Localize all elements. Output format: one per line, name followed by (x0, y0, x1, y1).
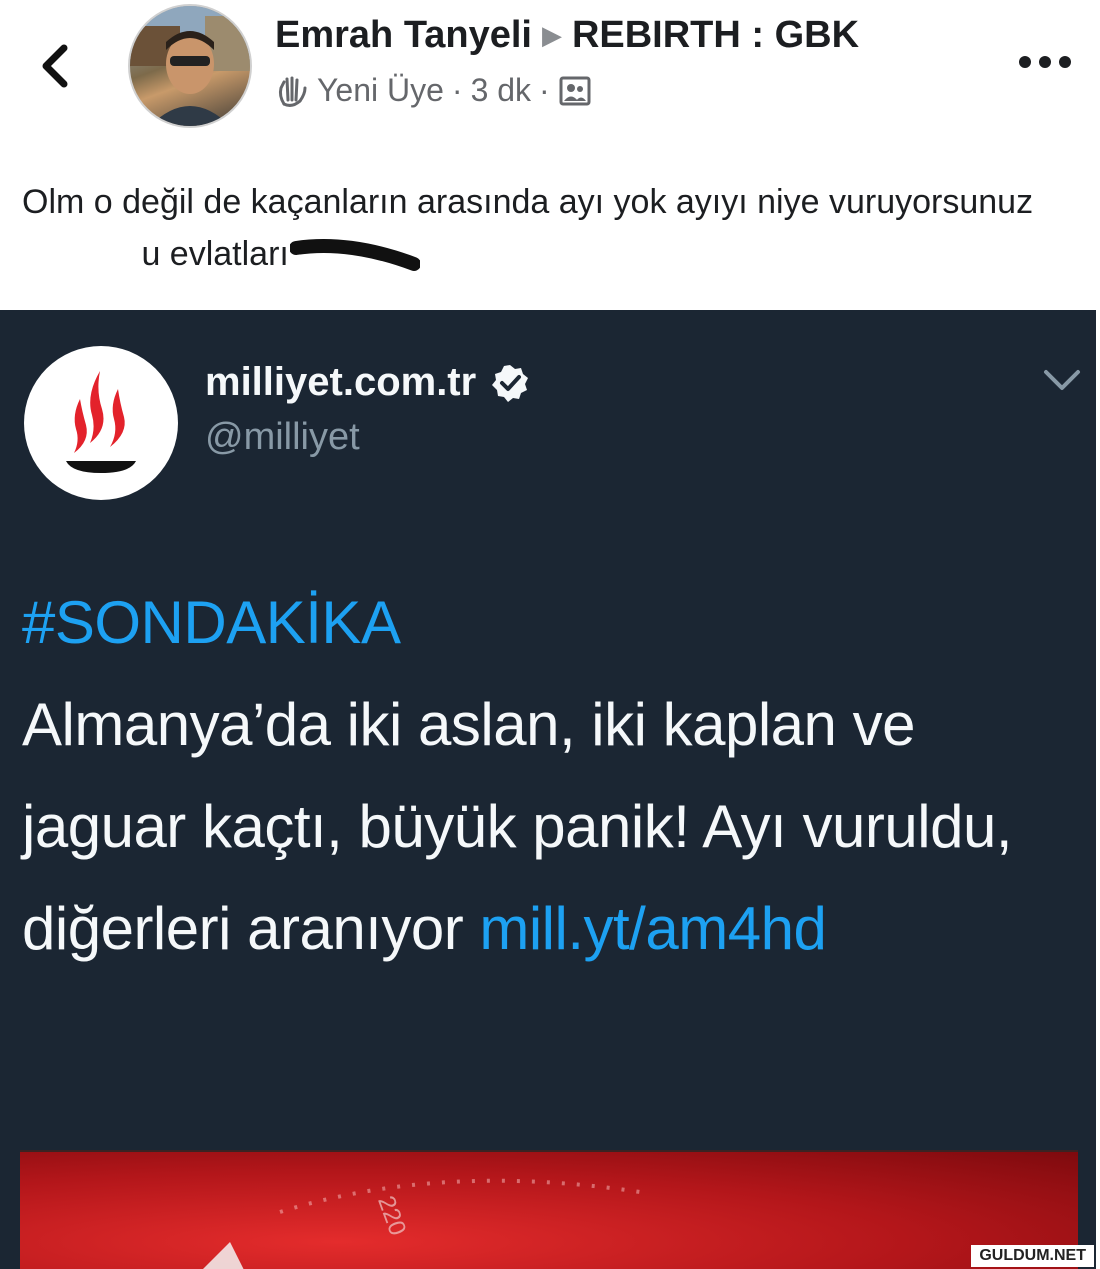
tweet-author-line: milliyet.com.tr (205, 360, 530, 405)
tweet-body: #SONDAKİKA Almanya’da iki aslan, iki kap… (22, 572, 1082, 980)
tweet-handle[interactable]: @milliyet (205, 416, 360, 459)
group-name[interactable]: REBIRTH : GBK (572, 14, 859, 57)
chevron-left-icon (42, 44, 68, 88)
embedded-tweet[interactable]: milliyet.com.tr @milliyet #SONDAKİKA Alm… (0, 310, 1096, 1269)
post-meta: Yeni Üye · 3 dk · (275, 72, 592, 109)
more-options-button[interactable] (1010, 42, 1080, 82)
media-dial-label: 220 (372, 1192, 411, 1239)
site-watermark: GULDUM.NET (971, 1245, 1094, 1267)
chevron-down-icon[interactable] (1038, 360, 1086, 400)
tweet-hashtag[interactable]: #SONDAKİKA (22, 572, 1082, 674)
triangle-right-icon: ▶ (541, 20, 562, 50)
post-text: Olm o değil de kaçanların arasında ayı y… (22, 176, 1072, 280)
avatar[interactable] (128, 4, 252, 128)
flame-logo-icon (66, 371, 136, 473)
tweet-link[interactable]: mill.yt/am4hd (479, 895, 826, 962)
author-name[interactable]: Emrah Tanyeli (275, 14, 532, 57)
poster-name-line: Emrah Tanyeli ▶ REBIRTH : GBK (275, 14, 859, 57)
media-art: 220 (203, 1178, 641, 1269)
tweet-media-image[interactable]: 220 (20, 1150, 1078, 1269)
milliyet-logo[interactable] (24, 346, 178, 500)
more-dots-icon (1019, 56, 1071, 68)
meta-separator-2: · (539, 72, 550, 108)
facebook-post: Emrah Tanyeli ▶ REBIRTH : GBK Yeni Üye ·… (0, 0, 1100, 310)
post-time[interactable]: 3 dk (471, 72, 531, 109)
member-badge: Yeni Üye (317, 72, 444, 108)
post-text-part1: Olm o değil de kaçanların arasında ayı y… (22, 183, 1034, 221)
waving-hand-icon (278, 76, 307, 107)
censor-scribble (290, 239, 420, 271)
back-button[interactable] (30, 36, 80, 96)
meta-separator: · (451, 72, 463, 108)
verified-badge-icon (492, 364, 529, 402)
group-icon (559, 76, 591, 105)
post-text-part2: u evlatları (141, 235, 289, 273)
avatar-photo (130, 6, 250, 126)
tweet-author-name[interactable]: milliyet.com.tr (205, 360, 476, 405)
